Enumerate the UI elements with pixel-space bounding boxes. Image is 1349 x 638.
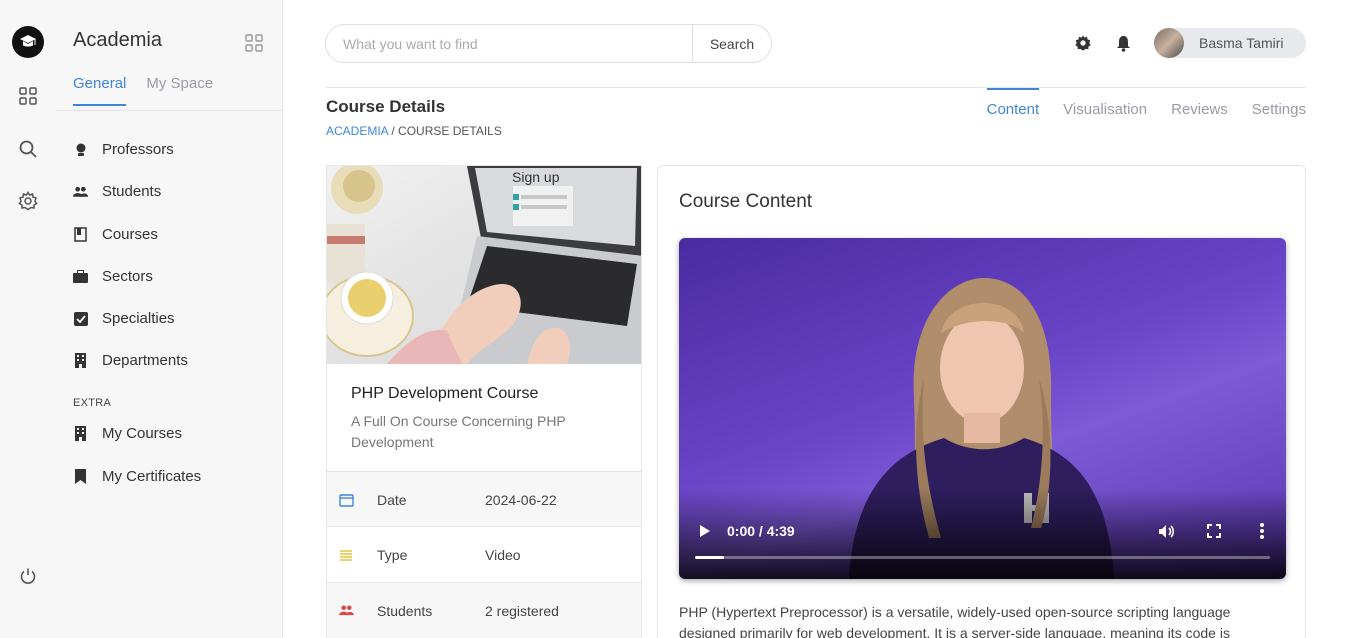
breadcrumb: ACADEMIA / COURSE DETAILS — [326, 124, 502, 138]
detail-value: 2 registered — [485, 602, 559, 619]
dashboard-grid-icon[interactable] — [16, 84, 40, 108]
sidebar-item-label: Departments — [102, 352, 188, 369]
app-title: Academia — [73, 29, 162, 51]
settings-gear-icon[interactable] — [1073, 33, 1093, 53]
sidebar-item-my-courses[interactable]: My Courses — [73, 425, 273, 442]
sidebar-item-courses[interactable]: Courses — [73, 226, 273, 243]
courses-icon — [73, 227, 88, 242]
video-progress-bar[interactable] — [695, 556, 1270, 559]
apps-grid-icon[interactable] — [245, 34, 263, 57]
course-subtitle: A Full On Course Concerning PHP Developm… — [351, 413, 566, 450]
sidebar-item-specialties[interactable]: Specialties — [73, 310, 273, 327]
main-content: Search Basma Tamiri Course Details ACADE… — [283, 0, 1349, 638]
tab-general[interactable]: General — [73, 75, 127, 106]
sidebar-item-students[interactable]: Students — [73, 183, 273, 200]
detail-label: Type — [377, 546, 408, 563]
play-icon[interactable] — [695, 521, 715, 541]
academia-logo-icon[interactable] — [12, 26, 44, 58]
page-tabs: Content Visualisation Reviews Settings — [986, 88, 1306, 118]
sidebar-item-departments[interactable]: Departments — [73, 352, 273, 369]
sidebar-item-sectors[interactable]: Sectors — [73, 268, 273, 285]
sidebar-item-professors[interactable]: Professors — [73, 141, 273, 158]
departments-icon — [73, 353, 88, 368]
sidebar-item-label: Specialties — [102, 310, 175, 327]
tab-settings[interactable]: Settings — [1252, 88, 1306, 118]
more-options-icon[interactable] — [1252, 521, 1272, 541]
volume-icon[interactable] — [1156, 521, 1176, 541]
video-player[interactable]: 0:00 / 4:39 — [679, 238, 1286, 579]
tab-visualisation[interactable]: Visualisation — [1063, 88, 1147, 118]
user-name: Basma Tamiri — [1199, 35, 1284, 51]
icon-rail — [0, 0, 56, 638]
panel-title: Course Content — [679, 191, 813, 212]
avatar — [1154, 28, 1184, 58]
search-button[interactable]: Search — [692, 25, 771, 62]
list-icon — [327, 549, 377, 561]
sectors-icon — [73, 269, 88, 284]
tab-my-space[interactable]: My Space — [146, 75, 213, 106]
bookmark-icon — [73, 469, 88, 484]
calendar-icon — [327, 493, 377, 507]
settings-gear-icon[interactable] — [16, 189, 40, 213]
detail-row-date: Date 2024-06-22 — [327, 471, 641, 527]
search-icon[interactable] — [16, 137, 40, 161]
breadcrumb-separator: / — [388, 124, 399, 138]
detail-label: Students — [377, 602, 433, 619]
fullscreen-icon[interactable] — [1204, 521, 1224, 541]
sidebar-item-label: Professors — [102, 141, 174, 158]
divider — [56, 110, 282, 111]
sidebar-item-label: Courses — [102, 226, 158, 243]
search-bar: Search — [325, 24, 772, 63]
course-title: PHP Development Course — [351, 385, 539, 402]
detail-label: Date — [377, 491, 407, 508]
tab-content[interactable]: Content — [986, 88, 1040, 118]
detail-row-students: Students 2 registered — [327, 582, 641, 638]
notification-bell-icon[interactable] — [1113, 33, 1133, 53]
page-title: Course Details — [326, 97, 446, 116]
breadcrumb-current: COURSE DETAILS — [398, 124, 502, 138]
sidebar-item-label: My Certificates — [102, 468, 202, 485]
power-logout-icon[interactable] — [16, 564, 40, 588]
detail-value: Video — [485, 546, 521, 563]
specialties-icon — [73, 311, 88, 326]
course-image: Sign up — [327, 166, 641, 364]
breadcrumb-root-link[interactable]: ACADEMIA — [326, 124, 388, 138]
tab-reviews[interactable]: Reviews — [1171, 88, 1228, 118]
course-card: Sign up PHP Development Course A Full On… — [326, 165, 642, 638]
video-time: 0:00 / 4:39 — [727, 523, 795, 539]
section-label-extra: EXTRA — [73, 397, 112, 409]
sidebar-item-my-certificates[interactable]: My Certificates — [73, 468, 273, 485]
students-icon — [73, 184, 88, 199]
students-icon — [327, 605, 377, 616]
video-progress-fill — [695, 556, 724, 559]
professor-icon — [73, 142, 88, 157]
sidebar-tabs: General My Space — [73, 75, 213, 106]
user-profile-button[interactable]: Basma Tamiri — [1154, 28, 1306, 58]
detail-value: 2024-06-22 — [485, 491, 557, 508]
sidebar-item-label: Sectors — [102, 268, 153, 285]
sidebar-item-label: Students — [102, 183, 162, 200]
sidebar-item-label: My Courses — [102, 425, 183, 442]
building-icon — [73, 426, 88, 441]
sidebar: Academia General My Space Professors Stu… — [56, 0, 283, 638]
course-description: PHP (Hypertext Preprocessor) is a versat… — [679, 604, 1231, 638]
course-image-text: Sign up — [512, 169, 560, 185]
detail-row-type: Type Video — [327, 526, 641, 582]
course-content-panel: Course Content 0:00 / 4:39 PHP (Hypertex… — [657, 165, 1306, 638]
search-input[interactable] — [326, 25, 692, 62]
